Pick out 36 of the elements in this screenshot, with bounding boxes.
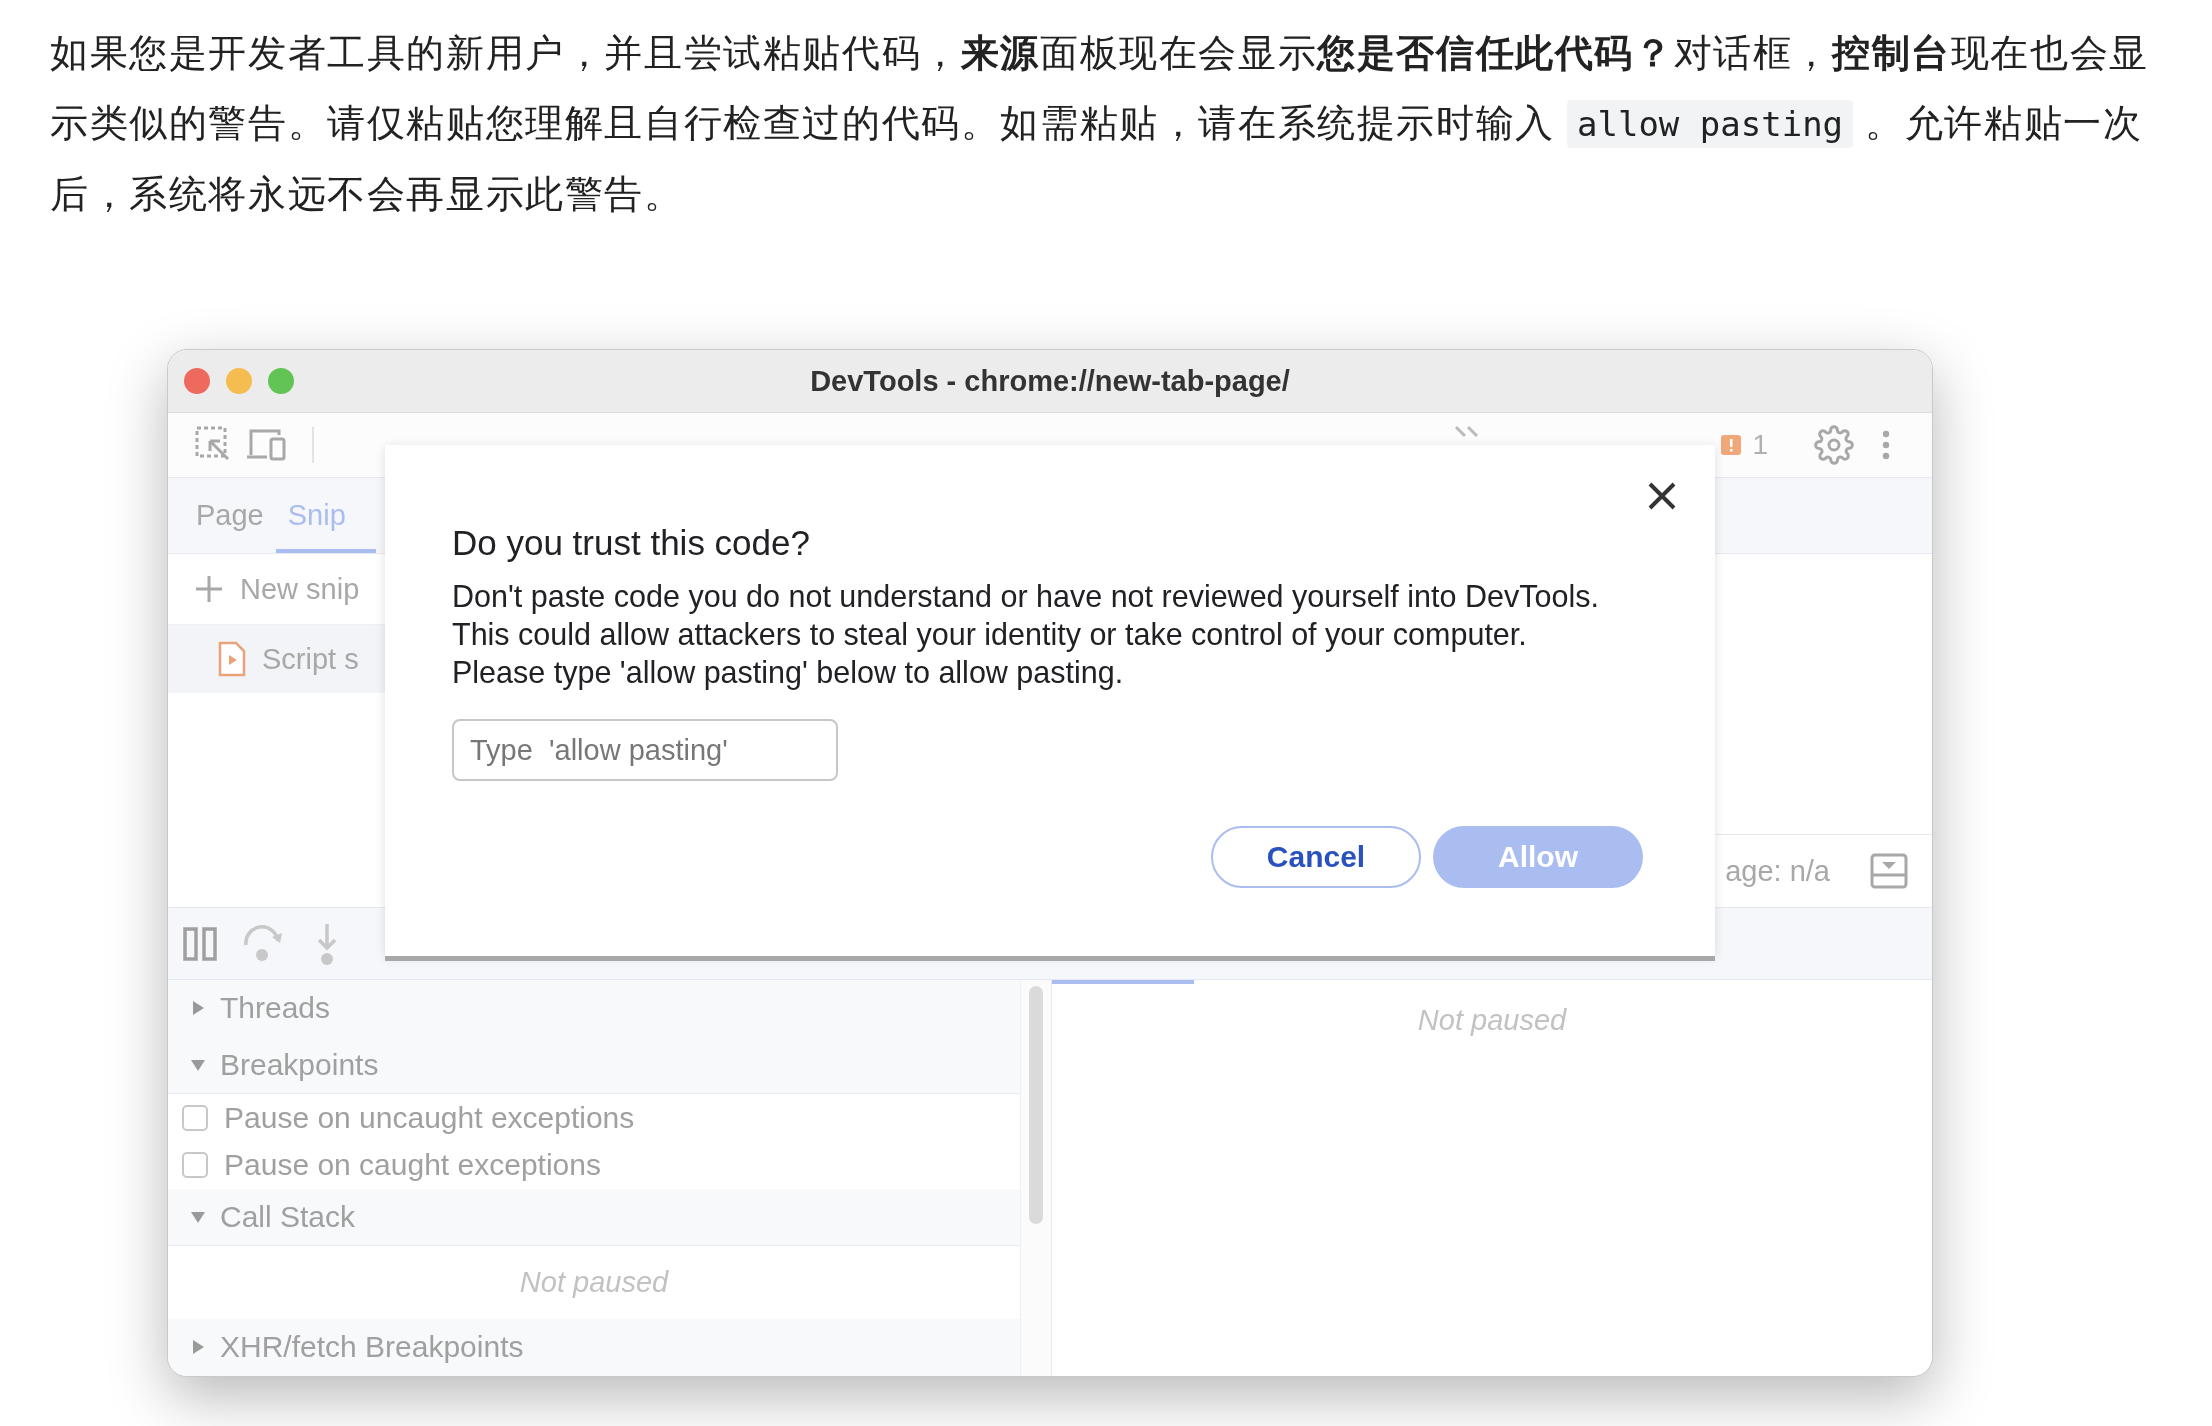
cancel-button[interactable]: Cancel	[1211, 826, 1421, 888]
checkbox[interactable]	[182, 1152, 208, 1179]
close-window-icon[interactable]	[184, 368, 210, 394]
section-header[interactable]: Call Stack	[168, 1189, 1020, 1247]
maximize-window-icon[interactable]	[268, 368, 294, 394]
section-title: XHR/fetch Breakpoints	[220, 1330, 524, 1365]
section-header[interactable]: Threads	[168, 980, 1020, 1037]
dialog-title: Do you trust this code?	[452, 523, 811, 563]
issue-count: 1	[1752, 429, 1768, 461]
script-file-icon	[218, 641, 246, 677]
minimize-window-icon[interactable]	[226, 368, 252, 394]
section-title: Threads	[220, 990, 331, 1025]
coverage-text: age: n/a	[1725, 854, 1830, 888]
scrollbar-thumb[interactable]	[1029, 986, 1043, 1224]
input-field[interactable]: Type 'allow pasting'	[452, 719, 838, 781]
status-text: Not paused	[1416, 1003, 1568, 1038]
issue-icon[interactable]	[1720, 434, 1743, 456]
collapsed-triangle-icon	[190, 1339, 206, 1356]
status-text: Not paused	[518, 1265, 670, 1301]
snippet-item[interactable]: Script s	[168, 625, 385, 693]
navigator-tab[interactable]: Snip	[275, 478, 376, 553]
checkbox[interactable]	[182, 1104, 208, 1131]
section-header[interactable]: XHR/fetch Breakpoints	[168, 1319, 1020, 1376]
article-paragraph: 如果您是开发者工具的新用户，并且尝试粘贴代码，来源面板现在会显示您是否信任此代码？对话框，控制台现在也会显示类似的警告。请仅粘贴您理解且自行检查过的代码。如需粘贴，请在系统提示时输入 allow pasting 。允许粘贴一次后，系统将永远不会再显示此警告。	[50, 31, 2150, 217]
drawer-toggle-icon[interactable]	[1870, 853, 1908, 889]
navigator-tab[interactable]: Page	[184, 478, 276, 553]
section-header[interactable]: Breakpoints	[168, 1036, 1020, 1094]
window-title: DevTools - chrome://new-tab-page/	[810, 364, 1290, 398]
pause-icon[interactable]	[182, 925, 218, 962]
section-title: Call Stack	[220, 1200, 356, 1235]
plus-icon	[194, 574, 224, 604]
dialog-message: Don't paste code you do not understand or have not reviewed yourself into DevTools. This could allow attackers to steal your identity or take control of your computer. Please type 'allow pasting' below to allow pasting.	[452, 578, 1600, 691]
collapsed-triangle-icon	[190, 999, 206, 1016]
checkbox-label: Pause on caught exceptions	[224, 1148, 601, 1183]
section-title: Breakpoints	[220, 1047, 379, 1082]
checkbox-label: Pause on uncaught exceptions	[224, 1100, 635, 1135]
